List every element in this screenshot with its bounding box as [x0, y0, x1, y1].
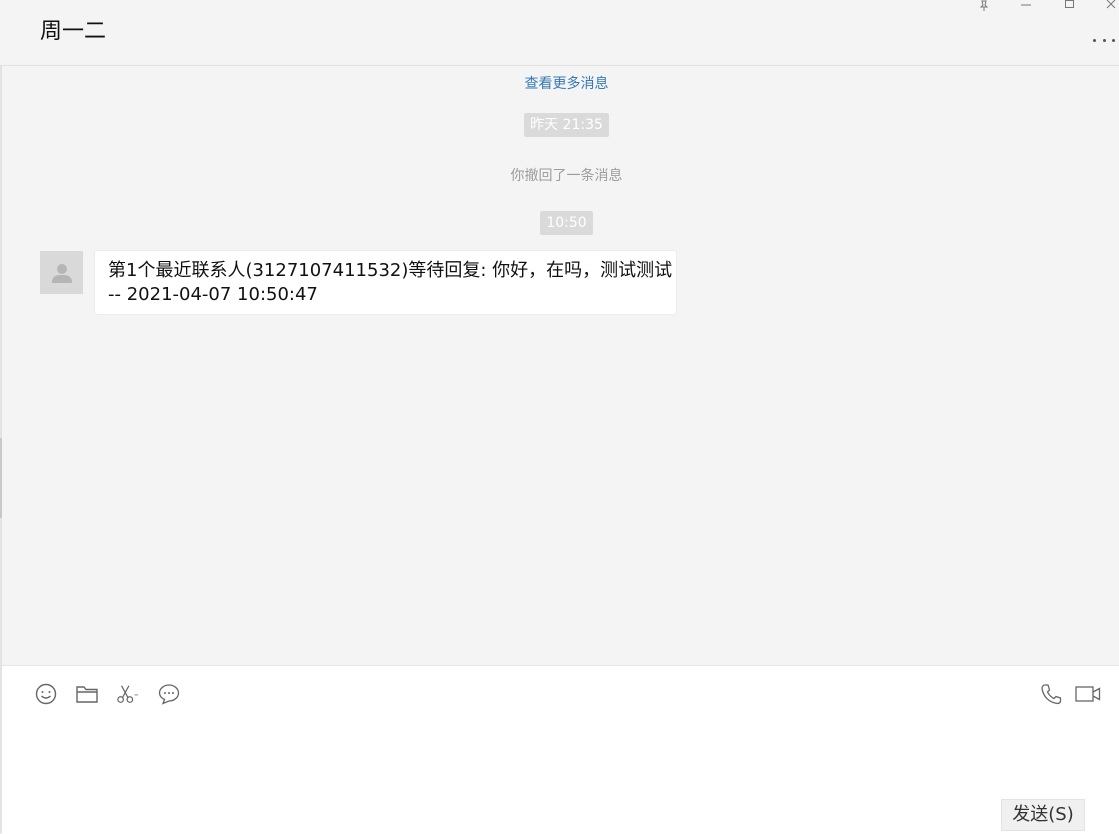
video-icon[interactable]	[1074, 682, 1102, 706]
maximize-icon[interactable]	[1061, 0, 1077, 12]
chat-header: 周一二	[0, 0, 1119, 66]
timestamp-chip: 昨天 21:35	[524, 113, 609, 137]
message-bubble[interactable]: 第1个最近联系人(3127107411532)等待回复: 你好，在吗，测试测试 …	[94, 250, 677, 315]
recall-notice: 你撤回了一条消息	[510, 168, 623, 184]
default-avatar-icon[interactable]	[40, 251, 83, 294]
scissors-icon[interactable]	[116, 682, 140, 706]
message-text-line: -- 2021-04-07 10:50:47	[108, 283, 318, 305]
more-icon[interactable]	[1093, 34, 1115, 46]
timestamp-row: 10:50	[0, 211, 1119, 235]
message-text-line: 第1个最近联系人(3127107411532)等待回复: 你好，在吗，测试测试	[108, 260, 673, 281]
phone-icon[interactable]	[1039, 682, 1063, 706]
emoji-icon[interactable]	[34, 682, 58, 706]
message-input[interactable]	[32, 714, 1096, 798]
pin-icon[interactable]	[976, 0, 992, 12]
folder-icon[interactable]	[75, 682, 99, 706]
minimize-icon[interactable]	[1018, 0, 1034, 12]
view-more-messages-link[interactable]: 查看更多消息	[0, 74, 1119, 94]
close-icon[interactable]	[1103, 0, 1119, 12]
chat-bubble-icon[interactable]	[157, 682, 181, 706]
send-button[interactable]: 发送(S)	[1001, 799, 1085, 831]
input-area: 发送(S)	[2, 665, 1119, 834]
chat-title: 周一二	[40, 19, 107, 44]
timestamp-row: 昨天 21:35	[0, 113, 1119, 137]
resize-handle[interactable]	[0, 438, 2, 518]
timestamp-chip: 10:50	[540, 211, 593, 235]
